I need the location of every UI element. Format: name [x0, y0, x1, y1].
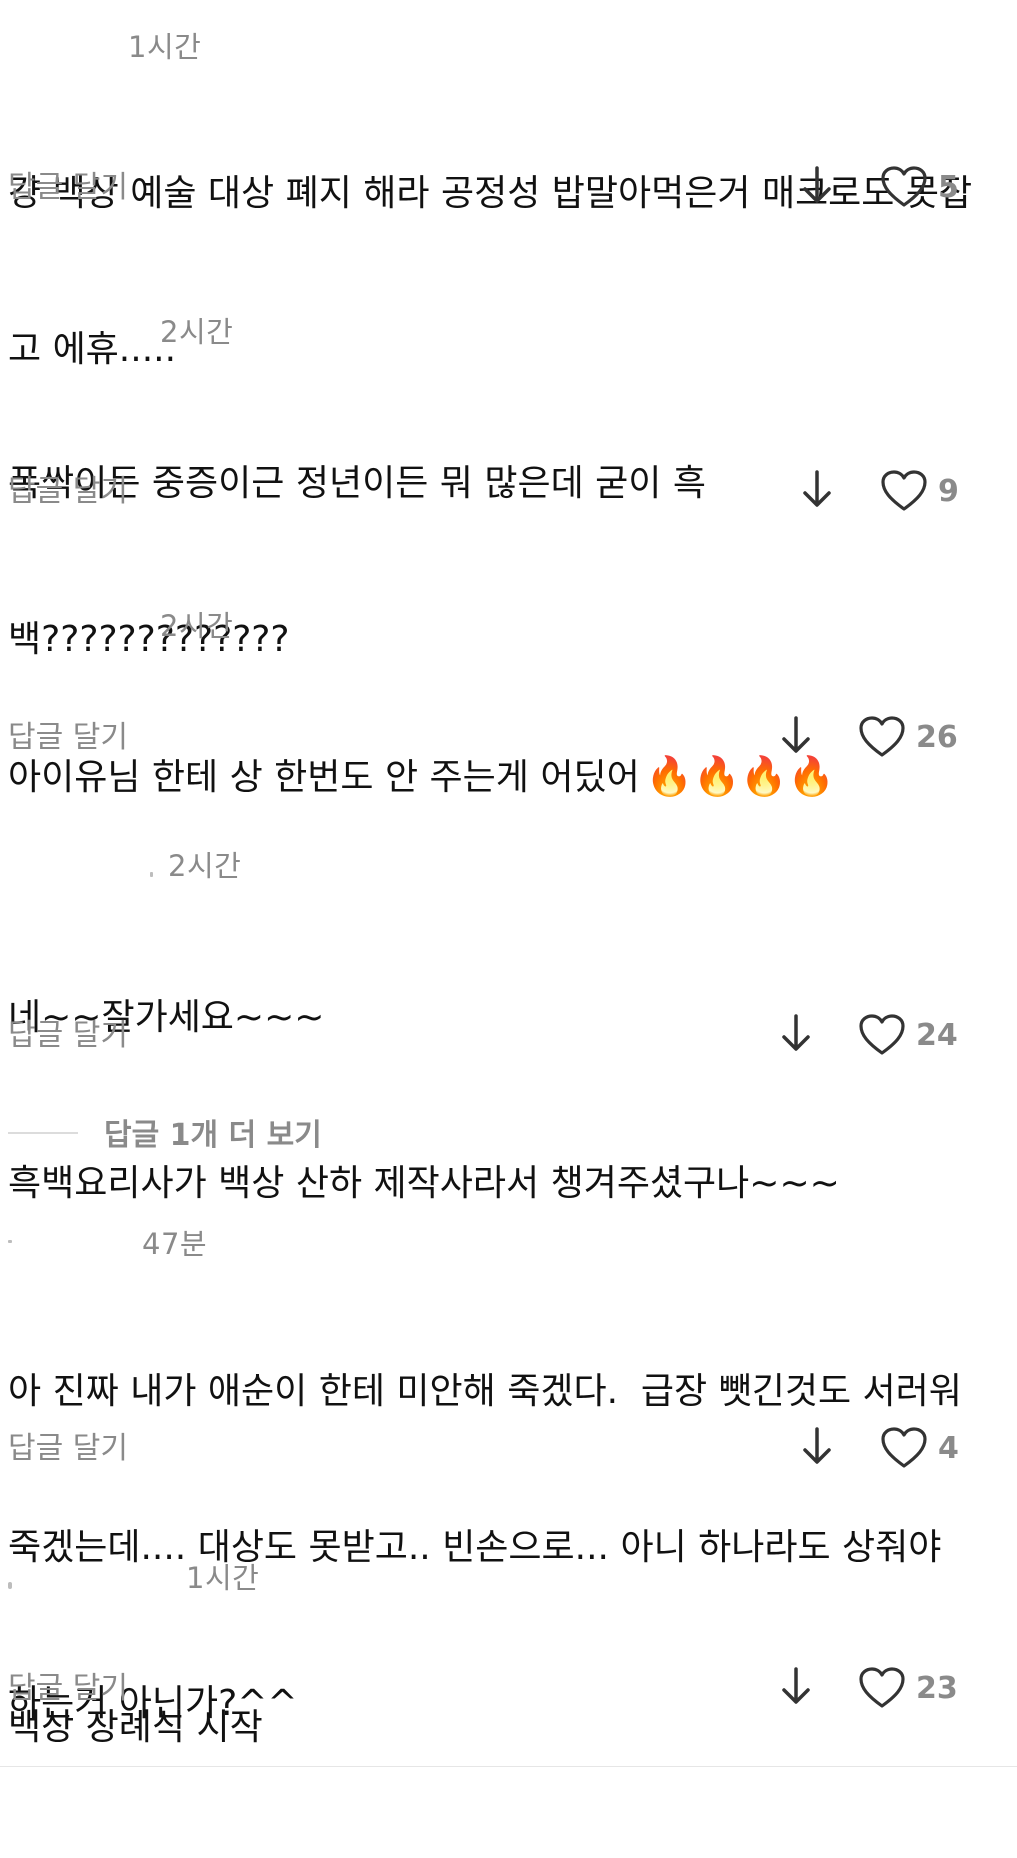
comment-timestamp: 2시간 [168, 849, 242, 883]
heart-outline-icon [859, 716, 905, 757]
avatar-residue [150, 872, 153, 877]
like-count: 5 [938, 169, 959, 205]
heart-outline-icon [859, 1014, 905, 1055]
like-count: 26 [916, 719, 958, 755]
comment-timestamp: 47분 [142, 1227, 208, 1261]
arrow-down-icon[interactable] [797, 1423, 837, 1471]
comment-text: 백상 장례식 시작 [8, 1598, 988, 1858]
comment-line: 아 진짜 내가 애순이 한테 미안해 죽겠다. 급장 뺏긴것도 서러워 [8, 1371, 962, 1412]
avatar-residue [8, 1240, 12, 1243]
heart-outline-icon [881, 1427, 927, 1468]
view-more-replies-label[interactable]: 답글 1개 더 보기 [104, 1110, 322, 1154]
comment-actions: 답글 달기 26 [0, 712, 1017, 762]
divider [0, 1766, 1017, 1767]
arrow-down-icon[interactable] [776, 1663, 816, 1711]
like-count: 9 [938, 473, 959, 509]
arrow-down-icon[interactable] [797, 162, 837, 210]
reply-button[interactable]: 답글 달기 [8, 1010, 128, 1054]
arrow-down-icon[interactable] [776, 712, 816, 760]
comment-timestamp: 2시간 [160, 315, 234, 349]
comment-actions: 답글 달기 23 [0, 1663, 1017, 1713]
like-button[interactable]: 24 [858, 1010, 958, 1060]
arrow-down-icon[interactable] [797, 466, 837, 514]
comment-text: 아이유님 한테 상 한번도 안 주는게 어딨어 🔥🔥🔥🔥 [8, 646, 988, 908]
comment-line: 흑백요리사가 백상 산하 제작사라서 챙겨주셨구나~~~ [8, 1163, 840, 1204]
arrow-down-icon[interactable] [776, 1010, 816, 1058]
like-count: 23 [916, 1670, 958, 1706]
like-button[interactable]: 23 [858, 1663, 958, 1713]
reply-button[interactable]: 답글 달기 [8, 162, 128, 206]
view-more-replies[interactable]: 답글 1개 더 보기 [8, 1110, 608, 1153]
comment-actions: 답글 달기 5 [0, 162, 1017, 212]
like-button[interactable]: 26 [858, 712, 958, 762]
comment-timestamp: 1시간 [186, 1561, 260, 1595]
heart-outline-icon [881, 470, 927, 511]
comment-actions: 답글 달기 4 [0, 1423, 1017, 1473]
divider [8, 1132, 78, 1134]
heart-outline-icon [859, 1667, 905, 1708]
like-count: 4 [938, 1430, 959, 1466]
comment-actions: 답글 달기 9 [0, 466, 1017, 516]
like-button[interactable]: 9 [880, 466, 959, 516]
comment-line: 죽겠는데.... 대상도 못받고.. 빈손으로... 아니 하나라도 상줘야 [8, 1527, 942, 1568]
reply-button[interactable]: 답글 달기 [8, 1423, 128, 1467]
comment-timestamp: 1시간 [128, 30, 202, 64]
reply-button[interactable]: 답글 달기 [8, 712, 128, 756]
reply-button[interactable]: 답글 달기 [8, 466, 128, 510]
comment-timestamp: 2시간 [160, 609, 234, 643]
comment-actions: 답글 달기 24 [0, 1010, 1017, 1060]
like-count: 24 [916, 1017, 958, 1053]
like-button[interactable]: 5 [880, 162, 959, 212]
reply-button[interactable]: 답글 달기 [8, 1663, 128, 1707]
heart-outline-icon [881, 166, 927, 207]
like-button[interactable]: 4 [880, 1423, 959, 1473]
avatar-residue [8, 1582, 12, 1589]
